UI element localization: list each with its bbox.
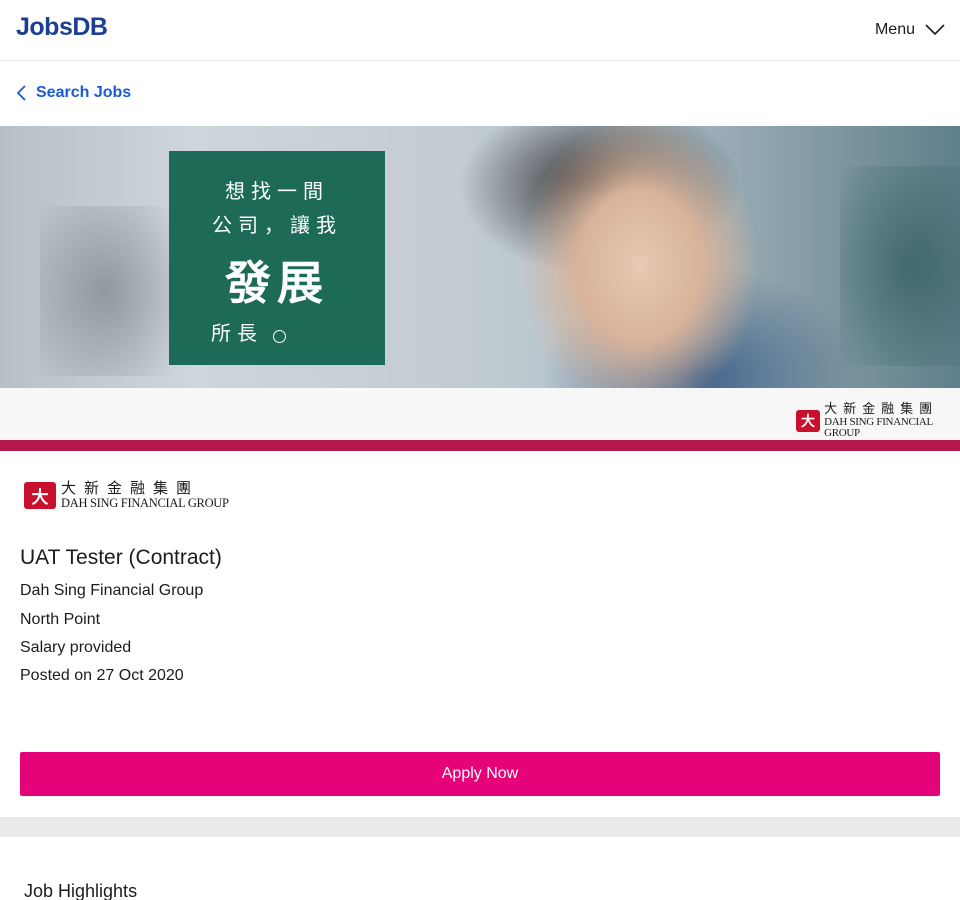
salary-info: Salary provided (20, 639, 132, 656)
apply-now-button[interactable]: Apply Now (20, 752, 940, 796)
period-mark (273, 330, 286, 343)
back-link-label: Search Jobs (36, 84, 132, 101)
jobsdb-logo[interactable]: JobsDB (16, 13, 108, 42)
company-mark-icon: 大 (796, 410, 821, 433)
section-divider (0, 817, 960, 837)
logo-english-name: DAH SING FINANCIAL GROUP (61, 495, 229, 510)
chevron-down-icon (925, 24, 945, 36)
banner-headline-box: 想找一間 公司，讓我 發展 所長 (169, 151, 385, 365)
logo-chinese-name: 大新金融集團 (824, 402, 939, 417)
company-name[interactable]: Dah Sing Financial Group (20, 582, 203, 600)
chevron-left-icon (16, 85, 26, 101)
job-highlights-heading: Job Highlights (24, 881, 138, 900)
posted-date: Posted on 27 Oct 2020 (20, 667, 184, 684)
banner-headline-line: 公司，讓我 (212, 213, 342, 237)
banner-headline-line: 所長 (211, 321, 263, 345)
menu-label: Menu (874, 21, 915, 38)
banner-background-blur (40, 206, 170, 376)
company-mark-icon: 大 (24, 481, 56, 509)
back-to-search-link[interactable]: Search Jobs (16, 82, 131, 104)
logo-english-name: DAH SING FINANCIAL GROUP (824, 415, 933, 440)
top-header: JobsDB Menu (0, 0, 960, 61)
banner-headline-emphasis: 發展 (225, 256, 329, 310)
banner-accent-bar (0, 440, 960, 451)
menu-button[interactable]: Menu (875, 18, 945, 42)
company-banner: 想找一間 公司，讓我 發展 所長 大 大新金融集團 DAH SING FINAN… (0, 126, 960, 451)
company-logo[interactable]: 大 大新金融集團 DAH SING FINANCIAL GROUP (24, 479, 229, 510)
banner-background-blur (840, 166, 960, 366)
job-title: UAT Tester (Contract) (20, 546, 222, 569)
banner-headline-line: 想找一間 (225, 179, 329, 203)
banner-company-logo: 大 大新金融集團 DAH SING FINANCIAL GROUP (796, 403, 960, 440)
logo-chinese-name: 大新金融集團 (61, 479, 200, 497)
job-location: North Point (20, 611, 101, 628)
